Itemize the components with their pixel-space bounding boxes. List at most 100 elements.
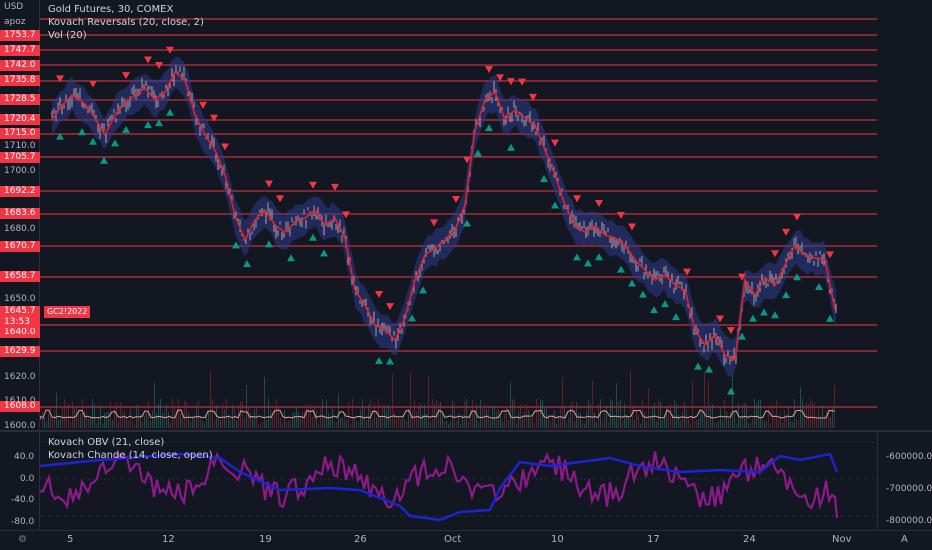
buy-signal-marker <box>419 286 427 294</box>
volume-bar <box>524 411 525 428</box>
volume-bar <box>814 403 815 428</box>
volume-bar <box>758 399 759 428</box>
time-tick: 17 <box>647 534 660 545</box>
chande-oscillator-line <box>40 451 839 519</box>
buy-signal-marker <box>782 291 790 299</box>
buy-signal-marker <box>375 356 383 364</box>
gear-icon[interactable]: ⚙ <box>18 534 27 545</box>
time-tick: 26 <box>354 534 367 545</box>
volume-bar <box>254 409 255 428</box>
level-price-tag: 1742.0 <box>0 60 40 71</box>
buy-signal-marker <box>485 124 493 132</box>
volume-bar <box>222 403 223 428</box>
volume-bar <box>64 398 65 428</box>
reversal-band <box>52 56 836 378</box>
auto-scale-button[interactable]: A <box>901 534 908 545</box>
volume-bar <box>354 418 355 428</box>
volume-bar <box>82 399 83 428</box>
price-label: 1650.0 <box>4 294 36 304</box>
sell-signal-marker <box>518 78 526 86</box>
volume-bar <box>350 423 351 428</box>
buy-signal-marker <box>672 313 680 321</box>
volume-bar <box>178 399 179 428</box>
volume-bar <box>352 398 353 428</box>
volume-bar <box>682 411 683 428</box>
volume-bar <box>334 421 335 428</box>
volume-bar <box>490 420 491 428</box>
volume-bar <box>508 419 509 428</box>
volume-bar <box>534 423 535 428</box>
volume-bar <box>248 408 249 428</box>
volume-bar <box>452 400 453 428</box>
volume-bar <box>760 399 761 428</box>
volume-indicator-legend[interactable]: Vol (20) <box>48 30 87 41</box>
volume-bar <box>808 404 809 428</box>
time-axis[interactable] <box>0 530 932 550</box>
indicator-scale-label: 0.0 <box>20 474 35 484</box>
volume-bar <box>494 406 495 428</box>
volume-bar <box>288 420 289 428</box>
sell-signal-marker <box>430 219 438 227</box>
volume-bar <box>100 404 101 428</box>
volume-bar <box>692 380 693 428</box>
volume-bar <box>202 420 203 428</box>
price-label: 1710.0 <box>4 141 36 151</box>
volume-bar <box>536 399 537 428</box>
volume-bar <box>300 417 301 428</box>
volume-bar <box>404 419 405 428</box>
main-series-legend[interactable]: Gold Futures, 30, COMEX <box>48 4 173 15</box>
obv-scale[interactable]: -600000.0 -700000.0 -800000.0 <box>877 430 932 530</box>
volume-bar <box>752 418 753 428</box>
reversals-indicator-legend[interactable]: Kovach Reversals (20, close, 2) <box>48 17 204 28</box>
volume-bar <box>658 398 659 428</box>
level-price-tag: 1728.5 <box>0 94 40 105</box>
volume-bar <box>694 421 695 428</box>
buy-signal-marker <box>650 306 658 314</box>
volume-bar <box>588 399 589 428</box>
time-tick: 24 <box>743 534 756 545</box>
volume-bar <box>594 412 595 428</box>
volume-bar <box>308 405 309 428</box>
volume-bar <box>734 411 735 428</box>
volume-bar <box>388 404 389 428</box>
price-scale[interactable]: USD apoz 1710.0 1700.0 1680.0 1650.0 162… <box>0 0 40 530</box>
sell-signal-marker <box>782 228 790 236</box>
price-chart-canvas[interactable] <box>40 0 877 430</box>
volume-bar <box>330 419 331 428</box>
volume-bar <box>566 423 567 428</box>
volume-bar <box>630 370 631 428</box>
volume-bar <box>456 420 457 428</box>
volume-bar <box>690 423 691 428</box>
sell-signal-marker <box>210 114 218 122</box>
volume-bar <box>502 421 503 428</box>
volume-bar <box>120 402 121 428</box>
indicator-scale-label: -80.0 <box>11 517 35 527</box>
chande-indicator-legend[interactable]: Kovach Chande (14, close, open) <box>48 450 213 461</box>
volume-bar <box>186 402 187 428</box>
volume-bar <box>582 420 583 428</box>
volume-bar <box>724 399 725 428</box>
volume-bar <box>332 408 333 428</box>
obv-indicator-legend[interactable]: Kovach OBV (21, close) <box>48 437 164 448</box>
indicator-pane-canvas[interactable] <box>40 432 877 530</box>
price-chart[interactable] <box>40 0 877 430</box>
buy-signal-marker <box>89 137 97 145</box>
volume-bar <box>716 422 717 428</box>
level-price-tag: 1640.0 <box>0 327 40 338</box>
volume-bar <box>398 417 399 428</box>
volume-bar <box>590 403 591 428</box>
volume-bar <box>610 398 611 428</box>
volume-bar <box>704 372 705 428</box>
volume-bar <box>274 407 275 428</box>
volume-bar <box>556 423 557 428</box>
sell-signal-marker <box>595 199 603 207</box>
volume-bar <box>206 415 207 428</box>
volume-bar <box>828 406 829 428</box>
volume-bar <box>108 411 109 428</box>
volume-bar <box>670 403 671 428</box>
volume-bar <box>634 420 635 428</box>
volume-bar <box>286 421 287 428</box>
volume-bar <box>708 381 709 428</box>
indicator-pane[interactable] <box>40 432 877 530</box>
volume-bar <box>644 411 645 428</box>
